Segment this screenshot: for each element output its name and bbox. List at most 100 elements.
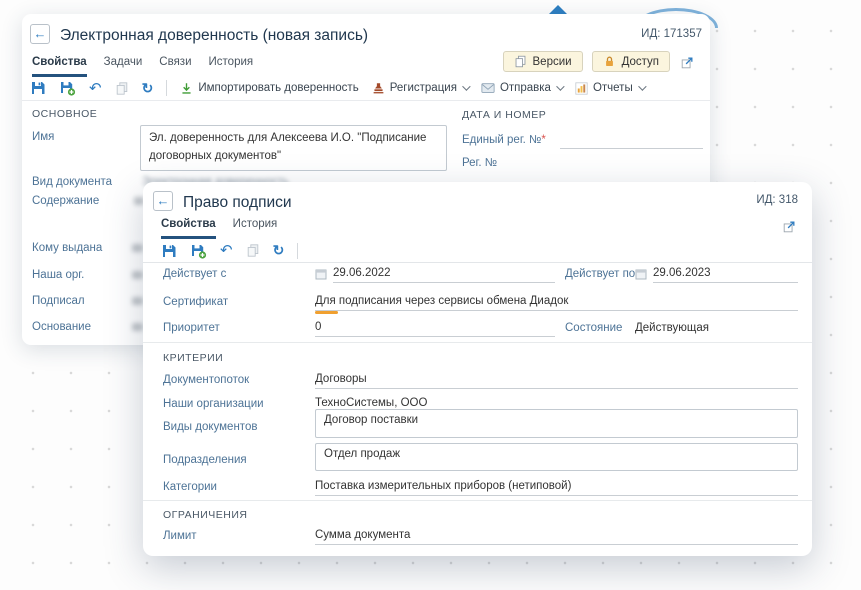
versions-button-label: Версии <box>533 56 572 68</box>
save-icon[interactable] <box>161 243 177 259</box>
reg-no-label: Рег. № <box>462 157 497 169</box>
valid-to-field[interactable]: 29.06.2023 <box>653 267 798 283</box>
access-button-label: Доступ <box>622 56 659 68</box>
priority-field[interactable]: 0 <box>315 321 555 337</box>
send-label: Отправка <box>500 82 551 94</box>
priority-label: Приоритет <box>163 322 220 334</box>
dialog-toolbar: ↶ ↻ <box>143 239 812 263</box>
section-criteria: КРИТЕРИИ <box>163 352 223 364</box>
categories-label: Категории <box>163 481 217 493</box>
dialog-tab-bar: Свойства История <box>161 218 277 239</box>
section-main: ОСНОВНОЕ <box>32 108 97 120</box>
reports-label: Отчеты <box>593 82 633 94</box>
import-poa-button[interactable]: Импортировать доверенность <box>180 82 358 95</box>
access-button[interactable]: Доступ <box>592 51 670 72</box>
required-asterisk: * <box>541 134 545 146</box>
copy-icon[interactable] <box>246 243 260 258</box>
dialog-tab-history[interactable]: История <box>233 218 278 239</box>
doc-kind-label: Вид документа <box>32 176 112 188</box>
state-label: Состояние <box>565 322 622 334</box>
dialog-tab-properties[interactable]: Свойства <box>161 218 216 239</box>
our-org-label: Наша орг. <box>32 269 84 281</box>
calendar-icon[interactable] <box>635 268 647 280</box>
section-date-number: ДАТА И НОМЕР <box>462 109 546 121</box>
docflow-field[interactable]: Договоры <box>315 373 798 389</box>
dialog-back-button[interactable]: ← <box>153 191 173 211</box>
toolbar: ↶ ↻ Импортировать доверенность Регистрац… <box>22 76 710 101</box>
doc-kinds-label: Виды документов <box>163 421 257 433</box>
valid-from-field[interactable]: 29.06.2022 <box>333 267 555 283</box>
undo-icon[interactable]: ↶ <box>220 243 233 258</box>
download-icon <box>180 82 193 95</box>
doc-kinds-field[interactable]: Договор поставки <box>315 409 798 438</box>
toolbar-separator <box>166 80 167 96</box>
certificate-underline-mark <box>315 311 338 314</box>
state-value: Действующая <box>635 322 709 334</box>
registration-label: Регистрация <box>390 82 457 94</box>
unified-reg-label: Единый рег. №* <box>462 134 546 146</box>
certificate-field[interactable]: Для подписания через сервисы обмена Диад… <box>315 295 798 311</box>
departments-label: Подразделения <box>163 454 247 466</box>
departments-field[interactable]: Отдел продаж <box>315 443 798 471</box>
name-field[interactable]: Эл. доверенность для Алексеева И.О. "Под… <box>140 125 447 171</box>
refresh-icon[interactable]: ↻ <box>142 81 154 96</box>
page-title: Электронная доверенность (новая запись) <box>60 27 368 45</box>
blurred-text <box>132 297 143 305</box>
save-icon[interactable] <box>30 80 46 96</box>
open-in-window-icon[interactable] <box>680 56 694 70</box>
chevron-down-icon <box>638 82 646 90</box>
tab-tasks[interactable]: Задачи <box>104 56 143 77</box>
stamp-icon <box>372 82 385 95</box>
tab-bar: Свойства Задачи Связи История <box>32 56 253 77</box>
name-label: Имя <box>32 131 54 143</box>
tab-history[interactable]: История <box>209 56 254 77</box>
dialog-signing-right: ← Право подписи ИД: 318 Свойства История… <box>143 182 812 556</box>
chevron-down-icon <box>556 82 564 90</box>
docflow-label: Документопоток <box>163 374 249 386</box>
dialog-record-id: ИД: 318 <box>756 194 798 206</box>
limit-field[interactable]: Сумма документа <box>315 529 798 545</box>
refresh-icon[interactable]: ↻ <box>273 243 285 258</box>
valid-from-label: Действует с <box>163 268 226 280</box>
tab-properties[interactable]: Свойства <box>32 56 87 77</box>
registration-menu-button[interactable]: Регистрация <box>372 82 468 95</box>
bar-chart-icon <box>575 82 588 95</box>
lock-icon <box>603 55 616 68</box>
certificate-label: Сертификат <box>163 296 228 308</box>
unified-reg-label-text: Единый рег. № <box>462 134 541 146</box>
save-as-icon[interactable] <box>59 80 76 96</box>
save-as-icon[interactable] <box>190 243 207 259</box>
import-poa-label: Импортировать доверенность <box>198 82 358 94</box>
undo-icon[interactable]: ↶ <box>89 81 102 96</box>
basis-label: Основание <box>32 321 91 333</box>
limit-label: Лимит <box>163 530 197 542</box>
versions-button[interactable]: Версии <box>503 51 583 72</box>
categories-field[interactable]: Поставка измерительных приборов (нетипов… <box>315 480 798 496</box>
copy-icon[interactable] <box>115 81 129 96</box>
chevron-down-icon <box>462 82 470 90</box>
our-orgs-label: Наши организации <box>163 398 264 410</box>
envelope-icon <box>481 82 495 94</box>
content-label: Содержание <box>32 195 99 207</box>
section-restrictions: ОГРАНИЧЕНИЯ <box>163 509 248 521</box>
reports-menu-button[interactable]: Отчеты <box>575 82 644 95</box>
blurred-text <box>132 244 143 252</box>
dialog-title: Право подписи <box>183 194 292 212</box>
record-id: ИД: 171357 <box>641 28 702 40</box>
blurred-text <box>132 323 143 331</box>
signed-by-label: Подписал <box>32 295 85 307</box>
tab-links[interactable]: Связи <box>159 56 191 77</box>
dialog-open-in-window-icon[interactable] <box>782 220 796 234</box>
section-divider <box>143 500 812 501</box>
calendar-icon[interactable] <box>315 268 327 280</box>
blurred-text <box>132 271 143 279</box>
toolbar-separator <box>297 243 298 259</box>
unified-reg-field[interactable] <box>560 132 703 149</box>
valid-to-label: Действует по <box>565 268 635 280</box>
issued-to-label: Кому выдана <box>32 242 102 254</box>
section-divider <box>143 342 812 343</box>
versions-icon <box>514 55 527 68</box>
back-button[interactable]: ← <box>30 24 50 44</box>
header-buttons: Версии Доступ <box>503 51 671 72</box>
send-menu-button[interactable]: Отправка <box>481 82 562 94</box>
